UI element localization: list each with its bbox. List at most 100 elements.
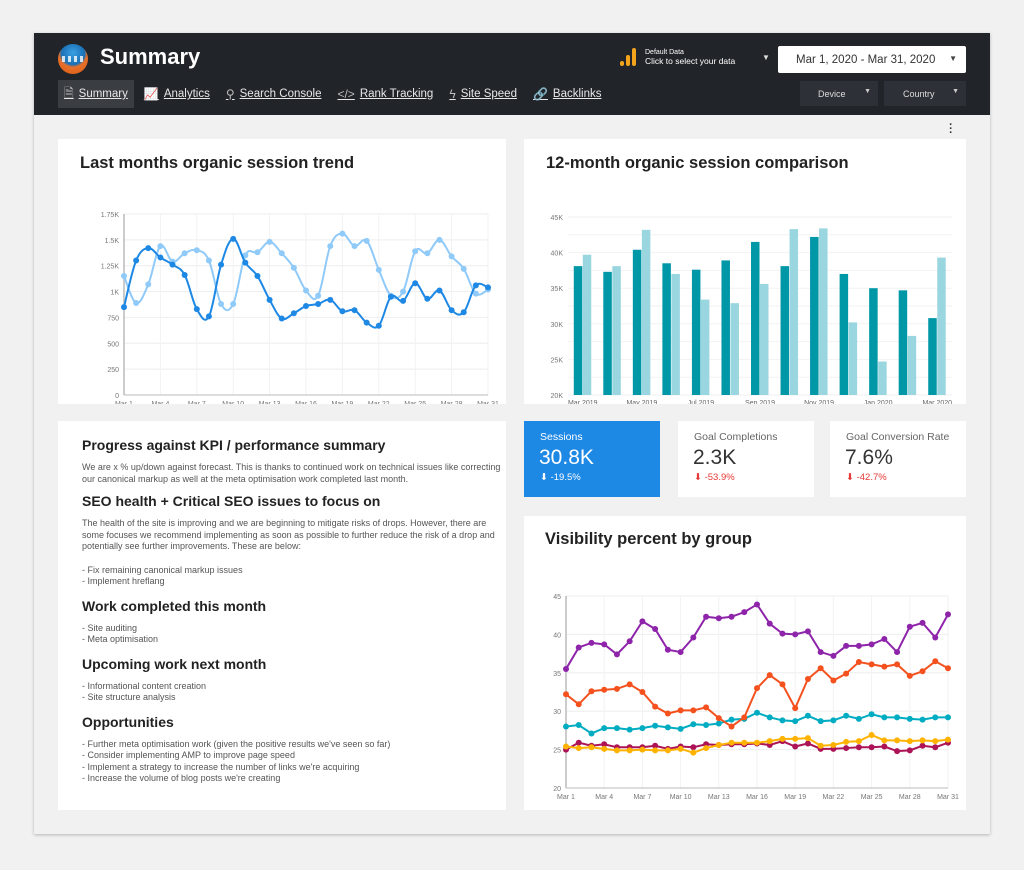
y-tick-label: 45	[553, 594, 561, 601]
data-point	[351, 307, 358, 314]
data-point	[193, 306, 200, 313]
more-options-icon[interactable]: · · ·	[948, 120, 954, 139]
data-point	[677, 725, 684, 732]
data-point	[157, 243, 164, 250]
nav-tab-label: Summary	[78, 88, 128, 100]
data-point	[715, 615, 722, 622]
data-point	[843, 745, 850, 752]
data-point	[652, 747, 659, 754]
chevron-down-icon: ▼	[949, 54, 957, 63]
analytics-icon: 📈	[143, 87, 159, 101]
data-point	[266, 296, 273, 303]
kpi-card-goal-conversion-rate[interactable]: Goal Conversion Rate 7.6% ⬇ -42.7%	[830, 421, 966, 497]
nav-tab-analytics[interactable]: 📈 Analytics	[138, 80, 216, 108]
data-point	[278, 315, 285, 322]
data-point	[327, 296, 334, 303]
data-point	[715, 715, 722, 722]
trend-chart-card: Last months organic session trend 0 250 50…	[58, 139, 506, 404]
nav-tab-search-console[interactable]: ⚲ Search Console	[220, 80, 328, 108]
nav-tab-label: Backlinks	[552, 88, 602, 100]
analytics-bars-icon	[620, 48, 636, 66]
date-range-picker[interactable]: Mar 1, 2020 - Mar 31, 2020 ▼	[778, 46, 966, 73]
data-point	[703, 722, 710, 729]
data-point	[945, 714, 951, 721]
data-point	[652, 626, 659, 633]
kpi-card-sessions[interactable]: Sessions 30.8K ⬇ -19.5%	[524, 421, 660, 497]
nav-tab-rank-tracking[interactable]: </> Rank Tracking	[331, 80, 439, 108]
data-point	[169, 261, 176, 268]
data-point	[218, 300, 225, 307]
data-point	[613, 747, 620, 754]
data-point	[766, 738, 773, 745]
x-tick-label: May 2019	[626, 400, 657, 404]
y-tick-label: 1K	[110, 290, 119, 297]
data-point	[664, 724, 671, 731]
data-point	[424, 250, 431, 257]
data-point	[242, 259, 249, 266]
data-point	[919, 716, 926, 723]
kpi-card-goal-completions[interactable]: Goal Completions 2.3K ⬇ -53.9%	[678, 421, 814, 497]
data-point	[626, 681, 633, 688]
data-point	[639, 618, 646, 625]
data-point	[181, 250, 188, 257]
bar-previous-year	[789, 229, 799, 395]
data-source-caret-icon[interactable]: ▼	[762, 53, 770, 62]
x-tick-label: Mar 19	[784, 794, 806, 801]
lightning-icon: ϟ	[449, 87, 456, 101]
data-point	[830, 717, 837, 724]
nav-tab-site-speed[interactable]: ϟ Site Speed	[443, 80, 523, 108]
bar-sessions	[751, 241, 760, 395]
x-tick-label: Sep 2019	[745, 400, 775, 404]
bar-previous-year	[760, 283, 769, 395]
data-point	[703, 613, 710, 620]
bar-previous-year	[671, 273, 680, 395]
x-tick-label: Mar 2019	[568, 400, 598, 404]
data-point	[945, 665, 951, 672]
data-point	[626, 747, 633, 754]
data-point	[639, 725, 646, 732]
data-point	[266, 238, 273, 245]
data-point	[741, 739, 748, 746]
summary-heading-seo-health: SEO health + Critical SEO issues to focu…	[82, 493, 381, 509]
data-point	[792, 631, 799, 638]
y-tick-label: 250	[107, 367, 119, 374]
visibility-chart: 20 25 30 35 40 45 Mar 1 Mar 4 Mar 7 Mar 10 Mar 13 M…	[553, 594, 959, 801]
country-filter[interactable]: Country ▼	[884, 81, 966, 106]
data-source-selector[interactable]: Default Data Click to select your data	[620, 48, 735, 66]
x-tick-label: Nov 2019	[804, 400, 834, 404]
list-item: - Site auditing	[82, 622, 138, 633]
nav-tab-summary[interactable]: 🗎 Summary	[58, 80, 134, 108]
data-point	[894, 661, 901, 668]
summary-paragraph-seo-health: The health of the site is improving and …	[82, 518, 495, 551]
bar-sessions	[691, 269, 701, 395]
summary-text-card: Progress against KPI / performance summa…	[58, 421, 506, 810]
bar-previous-year	[582, 254, 592, 395]
x-tick-label: Mar 10	[670, 794, 692, 801]
data-point	[303, 303, 309, 310]
device-filter-label: Device	[818, 88, 846, 99]
country-filter-label: Country	[903, 88, 935, 99]
data-point	[843, 712, 850, 719]
device-filter[interactable]: Device ▼	[800, 81, 878, 106]
data-point	[218, 261, 225, 268]
data-point	[843, 738, 850, 745]
data-point	[715, 741, 722, 748]
data-point	[945, 736, 951, 743]
kpi-label: Goal Conversion Rate	[846, 431, 950, 443]
data-point	[843, 642, 850, 649]
nav-tab-backlinks[interactable]: 🔗 Backlinks	[527, 80, 608, 108]
data-point	[894, 714, 901, 721]
data-point	[855, 738, 862, 745]
data-point	[351, 243, 358, 250]
data-point	[121, 304, 127, 311]
summary-heading-kpi: Progress against KPI / performance summa…	[82, 437, 386, 453]
data-point	[133, 257, 140, 264]
data-point	[855, 659, 862, 666]
kpi-delta: ⬇ -42.7%	[846, 472, 887, 483]
data-point	[817, 665, 824, 672]
data-point	[448, 307, 455, 314]
logo-icon	[58, 44, 88, 74]
data-point	[881, 743, 888, 750]
data-point	[278, 250, 285, 257]
data-point	[843, 670, 850, 677]
